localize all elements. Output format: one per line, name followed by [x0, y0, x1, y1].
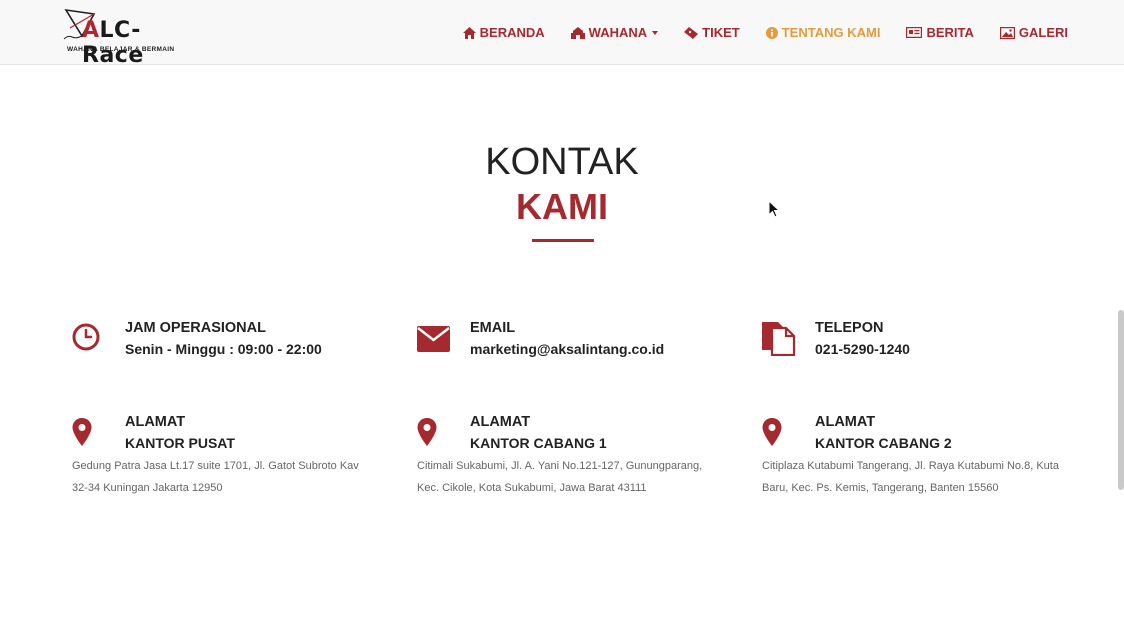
ticket-icon: [684, 26, 699, 39]
address-label: ALAMAT: [815, 414, 876, 430]
address-label: ALAMAT: [470, 414, 531, 430]
clock-icon: [72, 323, 100, 351]
office-name: KANTOR PUSAT: [125, 435, 235, 451]
title-underline: [532, 239, 594, 242]
phone-document-icon: [762, 322, 796, 356]
map-pin-icon: [417, 418, 437, 446]
office-name: KANTOR CABANG 2: [815, 435, 952, 451]
chevron-down-icon: [652, 30, 659, 35]
address-label: ALAMAT: [125, 414, 186, 430]
nav-berita[interactable]: BERITA: [906, 25, 974, 40]
nav-tiket[interactable]: TIKET: [684, 25, 740, 40]
brand-tagline: WAHANA BELAJAR & BERMAIN: [67, 46, 175, 53]
address-text: Citiplaza Kutabumi Tangerang, Jl. Raya K…: [762, 460, 1059, 494]
nav-label: BERITA: [926, 25, 974, 40]
address-text: Gedung Patra Jasa Lt.17 suite 1701, Jl. …: [72, 460, 359, 494]
nav-label: BERANDA: [479, 25, 545, 40]
section-title: KONTAK KAMI: [0, 140, 1124, 232]
nav-label: GALERI: [1018, 25, 1068, 40]
envelope-icon: [417, 326, 450, 352]
contact-label: EMAIL: [470, 320, 516, 336]
office-name: KANTOR CABANG 1: [470, 435, 607, 451]
brand-name: ALC-Race: [82, 18, 144, 68]
scrollbar-thumb[interactable]: [1118, 310, 1124, 490]
address-text: Citimali Sukabumi, Jl. A. Yani No.121-12…: [417, 460, 703, 494]
section-title-line1: KONTAK: [485, 141, 639, 183]
contact-value: Senin - Minggu : 09:00 - 22:00: [125, 341, 322, 357]
nav-label: TIKET: [702, 25, 740, 40]
image-icon: [999, 26, 1015, 39]
amusement-park-icon: [570, 26, 585, 39]
map-pin-icon: [72, 418, 92, 446]
home-icon: [462, 26, 476, 39]
section-title-line2: KAMI: [516, 186, 608, 227]
info-icon: [765, 26, 778, 39]
map-pin-icon: [762, 418, 782, 446]
main-nav: BERANDA WAHANA TIKET TENTANG KAMI BERITA…: [462, 0, 1068, 65]
email-link[interactable]: marketing@aksalintang.co.id: [470, 339, 664, 360]
nav-wahana[interactable]: WAHANA: [570, 25, 659, 40]
nav-tentang-kami[interactable]: TENTANG KAMI: [765, 25, 881, 40]
site-logo[interactable]: ALC-Race WAHANA BELAJAR & BERMAIN: [60, 6, 200, 68]
contact-label: TELEPON: [815, 320, 884, 336]
nav-beranda[interactable]: BERANDA: [462, 25, 545, 40]
phone-value: 021-5290-1240: [815, 341, 910, 357]
nav-label: WAHANA: [588, 25, 648, 40]
navbar: ALC-Race WAHANA BELAJAR & BERMAIN BERAND…: [0, 0, 1124, 68]
nav-label: TENTANG KAMI: [781, 25, 881, 40]
nav-galeri[interactable]: GALERI: [999, 25, 1068, 40]
mouse-cursor-icon: [768, 200, 780, 218]
newspaper-icon: [906, 27, 923, 38]
contact-label: JAM OPERASIONAL: [125, 320, 266, 336]
